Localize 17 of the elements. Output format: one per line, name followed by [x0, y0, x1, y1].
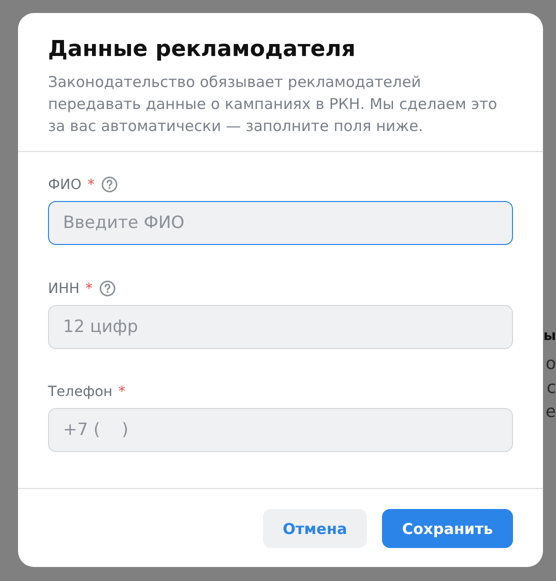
help-icon[interactable] [100, 176, 118, 193]
required-mark: * [88, 176, 95, 192]
field-label: ФИО [48, 176, 82, 192]
field-label: ИНН [48, 280, 80, 296]
background-text: о [546, 354, 556, 374]
required-mark: * [118, 384, 126, 400]
background-heading: ы [543, 327, 556, 346]
dialog-title: Данные рекламодателя [48, 36, 356, 64]
help-icon[interactable] [98, 280, 116, 297]
required-mark: * [86, 280, 93, 296]
save-button[interactable]: Сохранить [382, 509, 513, 548]
dialog-description: Законодательство обязывает рекламодателей передавать данные о кампаниях в РКН. Мы сделаем это за вас автоматически — заполните поля ниже. [48, 72, 498, 137]
background-text: е [546, 402, 556, 422]
input-field[interactable]: Введите ФИО [48, 201, 513, 245]
background-text: с [546, 378, 556, 398]
cancel-button[interactable]: Отмена [262, 509, 368, 548]
field-label: Телефон [48, 384, 112, 400]
